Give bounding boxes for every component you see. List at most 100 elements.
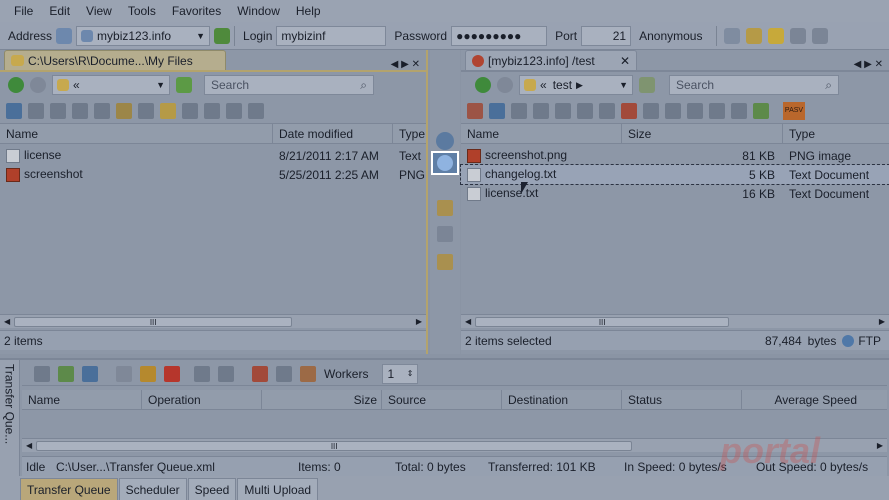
- local-path[interactable]: « ▼: [52, 75, 170, 95]
- clear-icon[interactable]: [252, 365, 268, 382]
- delete-icon[interactable]: [94, 102, 110, 119]
- col-size[interactable]: Size: [622, 123, 783, 144]
- menu-favorites[interactable]: Favorites: [164, 4, 229, 18]
- back-icon[interactable]: [475, 77, 491, 93]
- sync-icon[interactable]: [437, 254, 453, 270]
- col-operation[interactable]: Operation: [142, 389, 262, 410]
- scroll-right-icon[interactable]: ▶: [416, 317, 422, 326]
- refresh-icon[interactable]: [489, 102, 505, 119]
- edit-icon[interactable]: [533, 102, 549, 119]
- col-date-modified[interactable]: Date modified: [273, 123, 393, 144]
- forward-icon[interactable]: [497, 77, 513, 93]
- parent-folder-icon[interactable]: [639, 77, 655, 93]
- queue-icon[interactable]: [437, 200, 453, 216]
- move-to-icon[interactable]: [116, 102, 132, 119]
- list-item[interactable]: license 8/21/2011 2:17 AM Text: [0, 146, 426, 165]
- col-size[interactable]: Size: [262, 389, 382, 410]
- properties-icon[interactable]: [182, 102, 198, 119]
- tab-speed[interactable]: Speed: [187, 478, 237, 500]
- col-type[interactable]: Type: [783, 124, 887, 144]
- paste-icon[interactable]: [709, 102, 725, 119]
- copy-icon[interactable]: [599, 102, 615, 119]
- scroll-thumb[interactable]: III: [14, 316, 293, 327]
- menu-file[interactable]: File: [6, 4, 41, 18]
- upload-icon[interactable]: [436, 132, 454, 150]
- list-item[interactable]: screenshot.png 81 KB PNG image: [461, 146, 889, 165]
- download-button[interactable]: [431, 151, 459, 175]
- menu-window[interactable]: Window: [229, 4, 288, 18]
- play-icon[interactable]: [116, 365, 132, 382]
- col-source[interactable]: Source: [382, 389, 502, 410]
- move-to-icon[interactable]: [665, 102, 681, 119]
- menu-tools[interactable]: Tools: [120, 4, 164, 18]
- rename-icon[interactable]: [138, 102, 154, 119]
- copy-icon[interactable]: [72, 102, 88, 119]
- scroll-thumb[interactable]: III: [475, 316, 730, 327]
- forward-icon[interactable]: [30, 77, 46, 93]
- chmod-icon[interactable]: [577, 102, 593, 119]
- pasv-button[interactable]: PASV: [783, 101, 805, 120]
- stop-icon[interactable]: [511, 102, 527, 119]
- col-name[interactable]: Name: [0, 123, 273, 144]
- remote-hscrollbar[interactable]: ◀ III ▶: [461, 314, 889, 328]
- cut-icon[interactable]: [687, 102, 703, 119]
- tab-local[interactable]: C:\Users\R\Docume...\My Files: [4, 50, 226, 70]
- delete-icon[interactable]: [621, 102, 637, 119]
- workers-stepper[interactable]: 1 ⇕: [382, 363, 419, 384]
- menu-edit[interactable]: Edit: [41, 4, 78, 18]
- star-icon[interactable]: [768, 27, 785, 44]
- col-name[interactable]: Name: [461, 123, 622, 144]
- stop-icon[interactable]: [164, 365, 180, 382]
- remote-search-input[interactable]: Search ⌕: [669, 75, 839, 95]
- copy-path-icon[interactable]: [226, 102, 242, 119]
- tab-scheduler[interactable]: Scheduler: [118, 478, 187, 500]
- disconnect-icon[interactable]: [467, 102, 483, 119]
- scroll-right-icon[interactable]: ▶: [879, 317, 885, 326]
- col-average-speed[interactable]: Average Speed: [742, 390, 887, 410]
- anonymous-checkbox[interactable]: Anonymous: [635, 29, 706, 43]
- list-item[interactable]: screenshot 5/25/2011 2:25 AM PNG: [0, 165, 426, 184]
- connect-go-icon[interactable]: [214, 27, 231, 44]
- layout-horizontal-icon[interactable]: [790, 27, 807, 44]
- save-icon[interactable]: [82, 365, 98, 382]
- tab-transfer-queue[interactable]: Transfer Queue: [20, 478, 118, 500]
- process-icon[interactable]: [34, 365, 50, 382]
- tab-scroll-icon[interactable]: ◀ ▶ ✕: [854, 59, 883, 70]
- col-status[interactable]: Status: [622, 389, 742, 410]
- cut-icon[interactable]: [50, 102, 66, 119]
- site-manager-icon[interactable]: [724, 27, 741, 44]
- new-folder-icon[interactable]: [643, 102, 659, 119]
- new-folder-icon[interactable]: [160, 102, 176, 119]
- password-input[interactable]: ●●●●●●●●●: [451, 25, 548, 46]
- refresh-icon[interactable]: [6, 102, 22, 119]
- scroll-left-icon[interactable]: ◀: [465, 317, 471, 326]
- pause-icon[interactable]: [140, 365, 156, 382]
- remote-path[interactable]: « test ▶ ▼: [519, 75, 633, 95]
- auto-mode-icon[interactable]: [753, 102, 769, 119]
- tab-remote[interactable]: [mybiz123.info] /test ✕: [465, 50, 637, 70]
- back-icon[interactable]: [8, 77, 24, 93]
- local-search-input[interactable]: Search ⌕: [204, 75, 374, 95]
- col-name[interactable]: Name: [22, 389, 142, 410]
- parent-folder-icon[interactable]: [176, 77, 192, 93]
- scroll-right-icon[interactable]: ▶: [877, 441, 883, 450]
- local-hscrollbar[interactable]: ◀ III ▶: [0, 314, 426, 328]
- scroll-left-icon[interactable]: ◀: [4, 317, 10, 326]
- view-icon[interactable]: [248, 102, 264, 119]
- scroll-thumb[interactable]: III: [36, 440, 633, 451]
- remove-icon[interactable]: [194, 365, 210, 382]
- menu-help[interactable]: Help: [288, 4, 329, 18]
- col-destination[interactable]: Destination: [502, 389, 622, 410]
- folder-icon[interactable]: [746, 27, 763, 44]
- protocol-dropdown-icon[interactable]: [56, 27, 73, 44]
- tab-scroll-icon[interactable]: ◀ ▶ ✕: [391, 59, 420, 70]
- address-input[interactable]: mybiz123.info ▼: [76, 25, 211, 46]
- workers-icon[interactable]: [300, 365, 316, 382]
- login-input[interactable]: mybizinf: [276, 25, 387, 46]
- queue-side-tab[interactable]: Transfer Que...: [0, 360, 20, 478]
- layout-vertical-icon[interactable]: [812, 27, 829, 44]
- folder-icon[interactable]: [218, 365, 234, 382]
- col-type[interactable]: Type: [393, 124, 426, 144]
- command-icon[interactable]: [555, 102, 571, 119]
- edit-icon[interactable]: [28, 102, 44, 119]
